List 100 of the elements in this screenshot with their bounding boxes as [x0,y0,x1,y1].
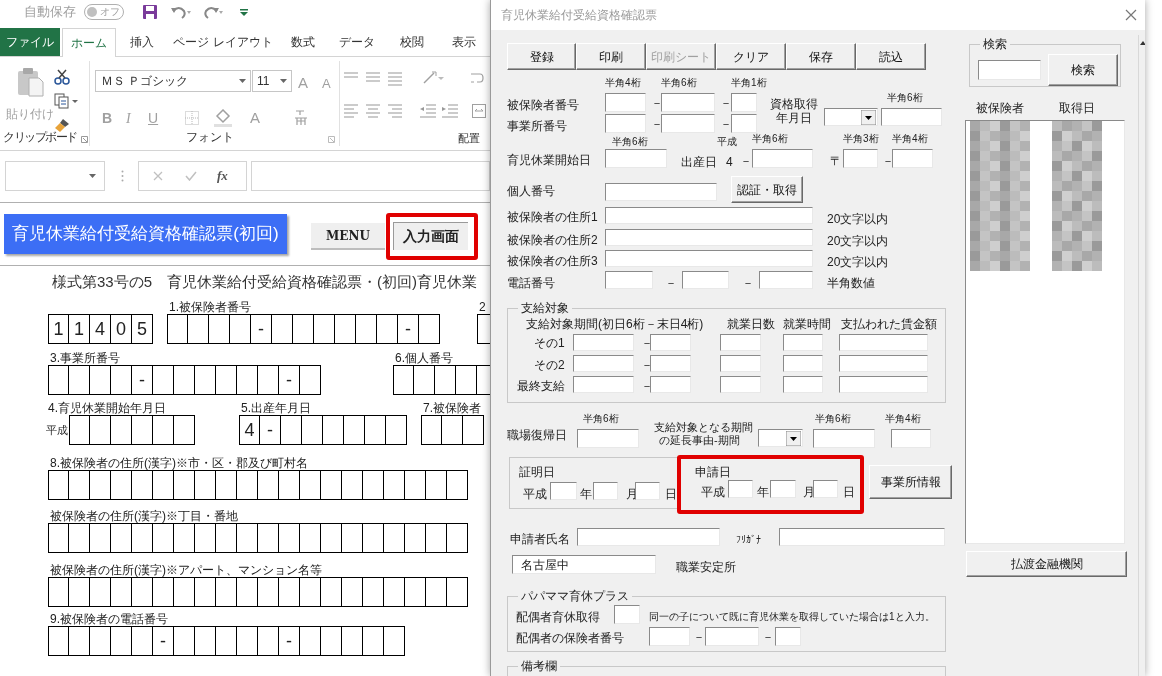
input-field[interactable] [752,149,813,168]
menu-button[interactable]: MENU [311,223,385,250]
input-field[interactable] [682,271,729,289]
input-field[interactable] [720,355,761,372]
box-cell[interactable]: 1 [69,314,90,344]
box-cell[interactable] [153,577,174,607]
box-cell[interactable] [237,577,258,607]
box-cell[interactable] [447,470,468,500]
format-painter-icon[interactable] [54,117,70,133]
box-cell[interactable] [132,523,153,553]
button[interactable]: 認証・取得 [731,176,803,203]
input-field[interactable] [728,480,753,498]
ribbon-tab[interactable]: データ [328,28,386,56]
box-cell[interactable] [365,415,386,445]
box-cell[interactable] [463,415,484,445]
input-field[interactable] [839,376,928,393]
box-cell[interactable] [111,365,132,395]
drag-handle-icon[interactable] [121,170,124,182]
box-cell[interactable] [90,470,111,500]
check-icon[interactable] [185,171,197,181]
box-cell[interactable] [195,626,216,656]
input-field[interactable] [577,429,639,448]
box-cell[interactable] [174,365,195,395]
box-cell[interactable] [279,577,300,607]
customize-icon[interactable] [240,8,248,16]
input-screen-button[interactable]: 入力画面 [393,222,468,250]
button[interactable]: クリア [716,43,786,70]
box-cell[interactable] [90,626,111,656]
box-cell[interactable] [111,626,132,656]
box-cell[interactable]: - [251,314,272,344]
input-field[interactable] [720,334,761,351]
box-cell[interactable] [293,314,314,344]
box-cell[interactable] [153,365,174,395]
box-cell[interactable] [174,626,195,656]
input-field[interactable] [605,229,813,246]
box-cell[interactable] [342,626,363,656]
box-cell[interactable] [216,577,237,607]
box-cell[interactable] [69,415,90,445]
box-cell[interactable] [356,314,377,344]
box-cell[interactable] [111,577,132,607]
box-cell[interactable] [132,626,153,656]
dialog-launcher-icon[interactable] [81,136,88,143]
box-cell[interactable] [216,523,237,553]
box-cell[interactable] [258,365,279,395]
box-cell[interactable] [132,577,153,607]
box-cell[interactable] [300,577,321,607]
box-cell[interactable] [421,415,442,445]
input-field[interactable] [731,93,757,112]
input-field[interactable] [593,482,618,500]
input-field[interactable] [605,149,667,168]
box-cell[interactable] [174,577,195,607]
box-cell[interactable] [48,577,69,607]
box-cell[interactable] [48,626,69,656]
list-box[interactable] [965,120,1125,544]
box-cell[interactable] [188,314,209,344]
input-field[interactable] [892,149,933,168]
input-field[interactable] [770,480,796,498]
box-cell[interactable] [153,415,174,445]
merge-icon[interactable] [472,104,486,118]
box-cell[interactable] [132,470,153,500]
box-cell[interactable] [300,523,321,553]
ribbon-tab[interactable]: ページ レイアウト [168,28,278,56]
input-field[interactable] [573,355,634,372]
box-cell[interactable] [69,577,90,607]
box-cell[interactable] [302,415,323,445]
box-cell[interactable] [314,314,335,344]
input-field[interactable] [978,60,1041,80]
input-field[interactable] [705,627,759,646]
input-field[interactable] [661,114,715,133]
button[interactable]: 事業所情報 [869,465,952,499]
input-field[interactable] [775,627,801,646]
button[interactable]: 検索 [1048,54,1118,86]
box-cell[interactable]: - [132,365,153,395]
box-cell[interactable] [386,415,407,445]
box-cell[interactable] [363,470,384,500]
box-cell[interactable] [393,365,414,395]
input-field[interactable] [573,376,634,393]
ribbon-tab[interactable]: 校閲 [386,28,438,56]
box-cell[interactable] [426,523,447,553]
box-cell[interactable] [167,314,188,344]
input-field[interactable] [605,183,717,201]
box-cell[interactable] [405,577,426,607]
box-cell[interactable] [237,365,258,395]
box-cell[interactable] [342,470,363,500]
box-cell[interactable] [321,577,342,607]
box-cell[interactable] [153,470,174,500]
input-field[interactable] [649,627,690,646]
box-cell[interactable] [237,523,258,553]
input-field[interactable] [635,482,660,500]
box-cell[interactable] [447,577,468,607]
form-title-button[interactable]: 育児休業給付受給資格確認票(初回) [4,214,287,254]
box-cell[interactable] [384,523,405,553]
box-cell[interactable] [48,523,69,553]
box-cell[interactable] [69,523,90,553]
box-cell[interactable] [216,470,237,500]
button[interactable]: 読込 [856,43,926,70]
box-cell[interactable]: - [153,626,174,656]
box-cell[interactable] [174,415,195,445]
box-cell[interactable] [426,577,447,607]
box-cell[interactable]: - [279,626,300,656]
